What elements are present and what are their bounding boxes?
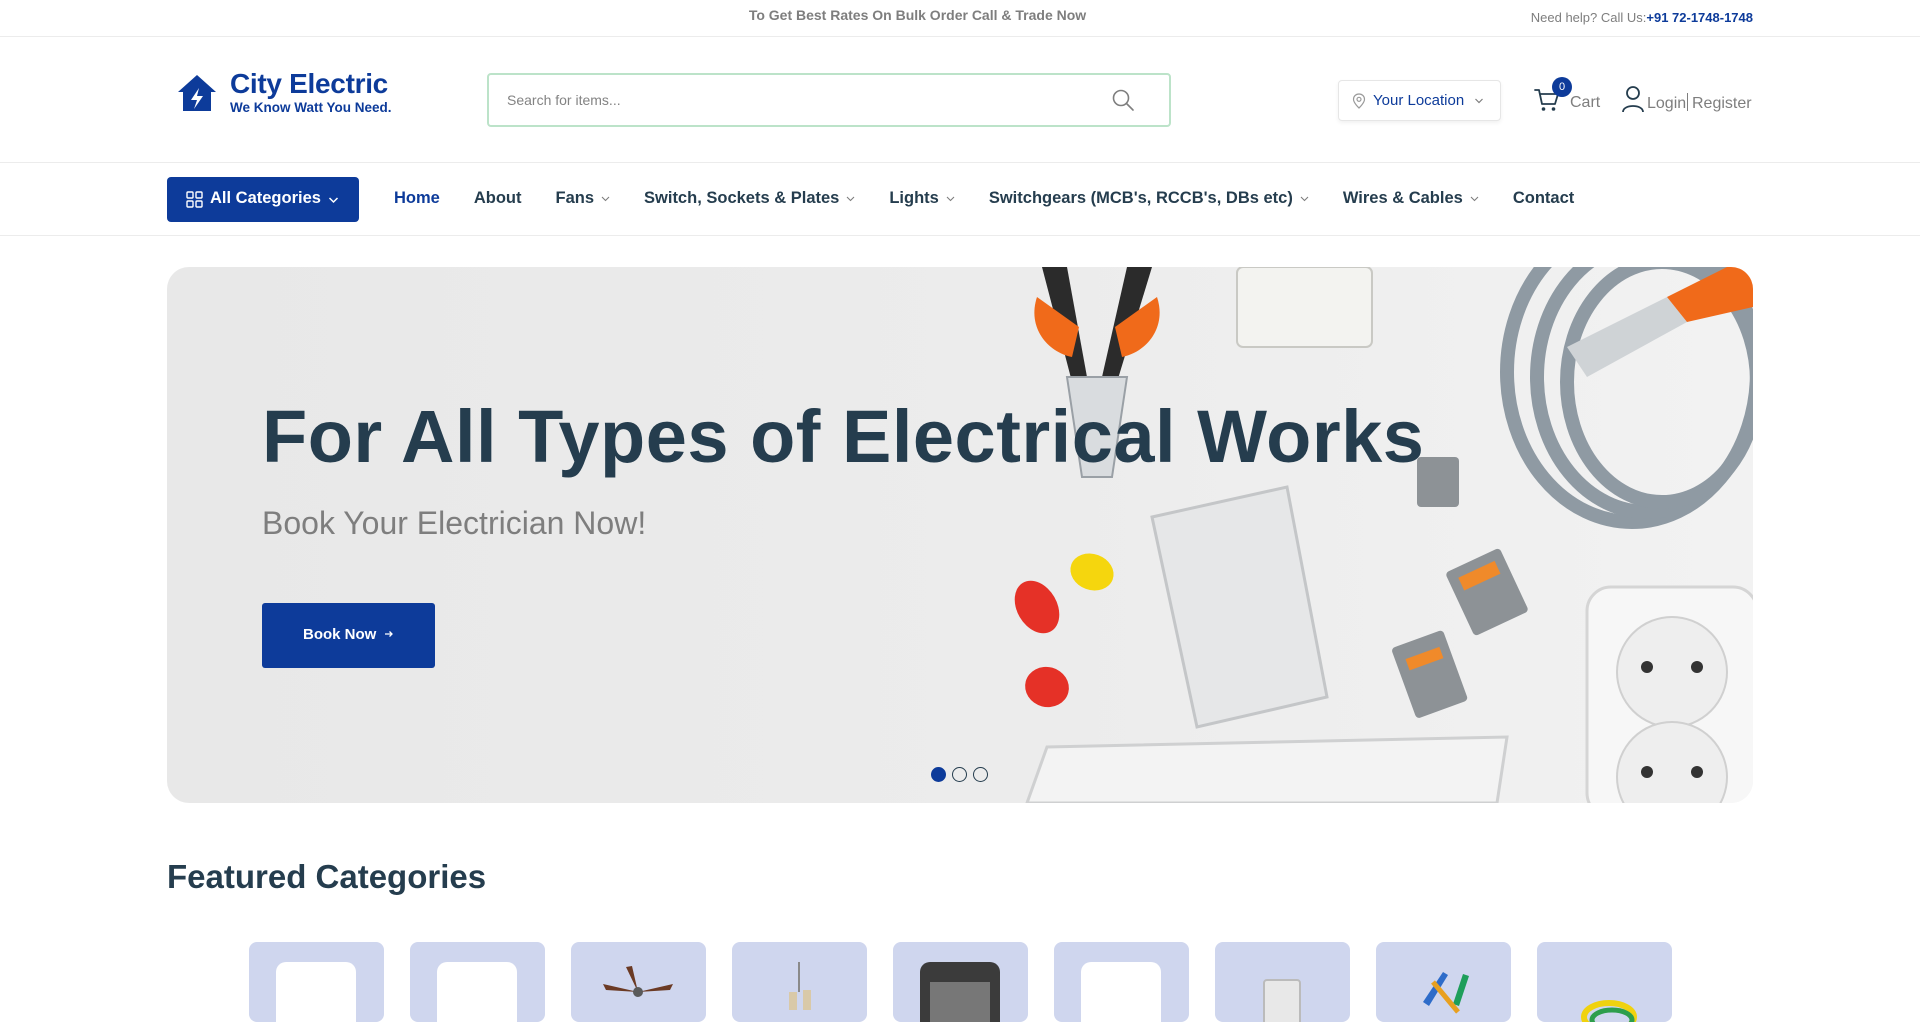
house-bolt-icon bbox=[178, 75, 216, 111]
user-icon bbox=[1622, 86, 1644, 113]
slide-dot-1[interactable] bbox=[931, 767, 946, 782]
location-selector[interactable]: Your Location bbox=[1338, 80, 1501, 121]
login-link[interactable]: Login bbox=[1647, 95, 1686, 113]
chevron-down-icon bbox=[1300, 196, 1309, 201]
chevron-down-icon bbox=[1475, 98, 1483, 104]
nav-item-fans[interactable]: Fans bbox=[556, 189, 611, 208]
all-categories-button[interactable]: All Categories bbox=[167, 177, 359, 222]
category-card[interactable] bbox=[410, 942, 545, 1022]
wires-thumbnail bbox=[1581, 1000, 1637, 1022]
nav-item-home[interactable]: Home bbox=[394, 189, 440, 208]
category-card[interactable] bbox=[1537, 942, 1672, 1022]
slider-dots bbox=[931, 767, 988, 782]
chevron-down-icon bbox=[846, 196, 855, 201]
slide-dot-3[interactable] bbox=[973, 767, 988, 782]
nav-item-switch-sockets-plates[interactable]: Switch, Sockets & Plates bbox=[644, 189, 855, 208]
nav-item-lights[interactable]: Lights bbox=[889, 189, 955, 208]
chandelier-thumbnail bbox=[789, 962, 811, 1010]
category-card[interactable] bbox=[1054, 942, 1189, 1022]
nav-item-label: Home bbox=[394, 189, 440, 207]
help-label: Need help? Call Us: bbox=[1530, 10, 1647, 25]
switchboard-thumbnail bbox=[920, 962, 1000, 1022]
arrow-right-icon bbox=[385, 631, 393, 637]
grid-icon bbox=[186, 191, 203, 208]
nav-item-label: Switchgears (MCB's, RCCB's, DBs etc) bbox=[988, 189, 1293, 207]
category-thumbnail bbox=[437, 962, 517, 1022]
nav-item-label: About bbox=[473, 189, 522, 207]
chevron-down-icon bbox=[328, 197, 339, 204]
category-card[interactable] bbox=[249, 942, 384, 1022]
location-label: Your Location bbox=[1373, 92, 1465, 109]
category-card[interactable] bbox=[1215, 942, 1350, 1022]
nav-item-label: Fans bbox=[555, 189, 595, 207]
hero-subtitle: Book Your Electrician Now! bbox=[262, 505, 647, 541]
category-card[interactable] bbox=[1376, 942, 1511, 1022]
cart-link[interactable]: 0 Cart bbox=[1534, 77, 1604, 121]
help-contact: Need help? Call Us:+91 72-1748-1748 bbox=[1531, 10, 1753, 25]
nav-item-about[interactable]: About bbox=[474, 189, 522, 208]
featured-categories-list bbox=[249, 942, 1672, 1022]
category-card[interactable] bbox=[571, 942, 706, 1022]
category-thumbnail bbox=[276, 962, 356, 1022]
nav-item-contact[interactable]: Contact bbox=[1513, 189, 1574, 208]
account-links: Login Register bbox=[1621, 85, 1756, 121]
nav-item-label: Contact bbox=[1512, 189, 1575, 207]
chevron-down-icon bbox=[946, 196, 955, 201]
chevron-down-icon bbox=[601, 196, 610, 201]
ceiling-fan-thumbnail bbox=[603, 966, 673, 997]
nav-menu: Home About Fans Switch, Sockets & Plates… bbox=[394, 189, 1608, 208]
brand-tagline: We Know Watt You Need. bbox=[230, 100, 392, 115]
category-card[interactable] bbox=[893, 942, 1028, 1022]
hero-banner: For All Types of Electrical Works Book Y… bbox=[167, 267, 1753, 803]
brand-name: City Electric bbox=[230, 68, 388, 99]
divider bbox=[1687, 93, 1688, 111]
category-card[interactable] bbox=[732, 942, 867, 1022]
featured-categories-heading: Featured Categories bbox=[167, 858, 487, 895]
site-logo[interactable]: City Electric We Know Watt You Need. bbox=[176, 68, 416, 122]
slide-dot-2[interactable] bbox=[952, 767, 967, 782]
cart-label: Cart bbox=[1570, 94, 1601, 111]
nav-item-label: Switch, Sockets & Plates bbox=[644, 189, 840, 207]
chevron-down-icon bbox=[1470, 196, 1479, 201]
all-categories-label: All Categories bbox=[210, 189, 321, 207]
nav-item-label: Lights bbox=[889, 189, 939, 207]
search-icon[interactable] bbox=[1111, 88, 1135, 112]
book-now-button[interactable]: Book Now bbox=[262, 603, 435, 668]
nav-item-switchgears[interactable]: Switchgears (MCB's, RCCB's, DBs etc) bbox=[989, 189, 1309, 208]
register-link[interactable]: Register bbox=[1692, 95, 1752, 113]
cart-count-badge: 0 bbox=[1552, 77, 1572, 97]
tools-thumbnail bbox=[1423, 972, 1469, 1014]
nav-item-wires-cables[interactable]: Wires & Cables bbox=[1343, 189, 1479, 208]
help-phone-link[interactable]: +91 72-1748-1748 bbox=[1646, 10, 1753, 25]
site-header: City Electric We Know Watt You Need. You… bbox=[0, 37, 1920, 163]
nav-item-label: Wires & Cables bbox=[1342, 189, 1463, 207]
book-now-label: Book Now bbox=[303, 626, 377, 643]
main-navigation: All Categories Home About Fans Switch, S… bbox=[0, 163, 1920, 236]
mcb-thumbnail bbox=[1263, 979, 1301, 1022]
map-pin-icon bbox=[1352, 93, 1366, 109]
search-input[interactable] bbox=[507, 87, 1067, 113]
top-promo-bar: To Get Best Rates On Bulk Order Call & T… bbox=[0, 0, 1920, 37]
search-box bbox=[487, 73, 1171, 127]
category-thumbnail bbox=[1081, 962, 1161, 1022]
hero-title: For All Types of Electrical Works bbox=[262, 395, 1425, 478]
